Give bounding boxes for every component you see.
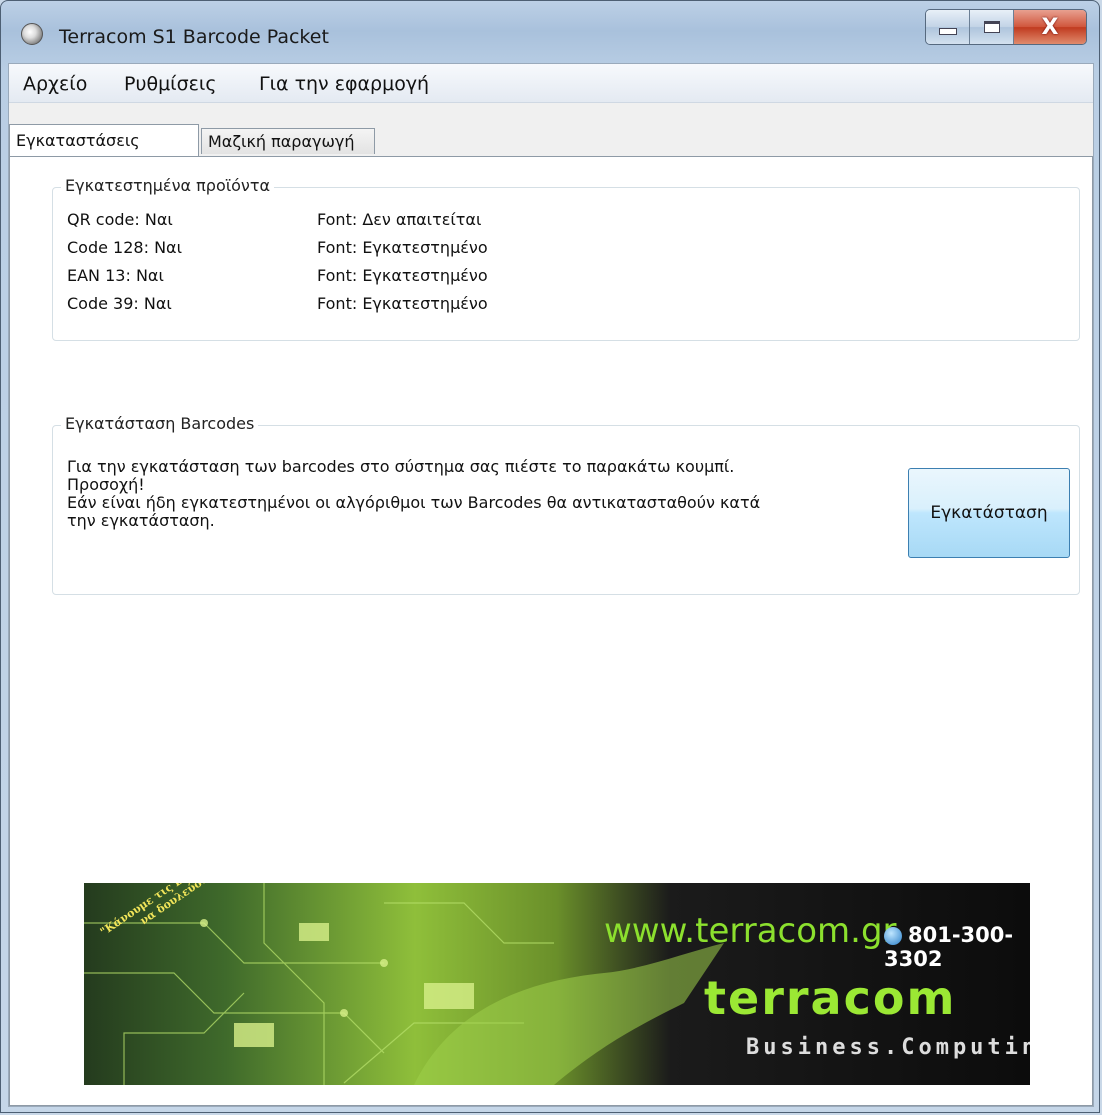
install-barcodes-title: Εγκατάσταση Barcodes (61, 414, 259, 433)
maximize-icon (983, 21, 1000, 33)
font-code128: Font: Εγκατεστημένο (317, 238, 488, 257)
client-area: Αρχείο Ρυθμίσεις Για την εφαρμογή Εγκατα… (8, 63, 1094, 1107)
product-code39: Code 39: Ναι (67, 294, 172, 313)
title-bar[interactable]: Terracom S1 Barcode Packet X (1, 1, 1099, 63)
font-ean13: Font: Εγκατεστημένο (317, 266, 488, 285)
minimize-button[interactable] (926, 10, 970, 44)
installed-products-group: Εγκατεστημένα προϊόντα QR code: Ναι Font… (52, 176, 1080, 341)
banner-url[interactable]: www.terracom.gr (604, 911, 897, 951)
install-instruction-line: Για την εγκατάσταση των barcodes στο σύσ… (67, 457, 735, 476)
font-code39: Font: Εγκατεστημένο (317, 294, 488, 313)
window-controls: X (925, 9, 1087, 45)
banner-phone-number: 801-300-3302 (884, 923, 1014, 971)
install-instructions: Για την εγκατάσταση των barcodes στο σύσ… (67, 458, 867, 530)
menu-settings[interactable]: Ρυθμίσεις (124, 73, 217, 95)
installed-products-title: Εγκατεστημένα προϊόντα (61, 176, 275, 195)
menu-about[interactable]: Για την εφαρμογή (259, 73, 429, 95)
minimize-icon (938, 27, 957, 35)
menu-file[interactable]: Αρχείο (23, 73, 87, 95)
terracom-banner[interactable]: "Κάνουμε τις Επιχειρήσεις να δουλεύουν" … (84, 883, 1030, 1085)
menu-bar: Αρχείο Ρυθμίσεις Για την εφαρμογή (9, 64, 1093, 103)
globe-icon (884, 927, 902, 945)
terracom-logo: terracom (704, 971, 957, 1025)
font-qr: Font: Δεν απαιτείται (317, 210, 482, 229)
maximize-button[interactable] (970, 10, 1014, 44)
install-barcodes-group: Εγκατάσταση Barcodes Για την εγκατάσταση… (52, 414, 1080, 595)
install-button[interactable]: Εγκατάσταση (908, 468, 1070, 558)
product-code128: Code 128: Ναι (67, 238, 182, 257)
tab-panel-installations: Εγκατεστημένα προϊόντα QR code: Ναι Font… (9, 156, 1093, 1106)
banner-tagline: Business.Computing (746, 1035, 1030, 1060)
tab-bulk-production[interactable]: Μαζική παραγωγή (201, 128, 375, 154)
install-warning-label: Προσοχή! (67, 475, 145, 494)
product-qr: QR code: Ναι (67, 210, 173, 229)
product-ean13: EAN 13: Ναι (67, 266, 164, 285)
banner-phone: 801-300-3302 (884, 923, 1030, 971)
app-window: Terracom S1 Barcode Packet X Αρχείο Ρυθμ… (0, 0, 1100, 1113)
close-button[interactable]: X (1014, 10, 1086, 44)
app-icon[interactable] (21, 23, 43, 45)
install-instruction-line: Εάν είναι ήδη εγκατεστημένοι οι αλγόριθμ… (67, 493, 761, 512)
install-instruction-line: την εγκατάσταση. (67, 511, 215, 530)
tab-installations[interactable]: Εγκαταστάσεις (9, 124, 199, 156)
close-icon: X (1041, 14, 1059, 40)
window-title: Terracom S1 Barcode Packet (59, 26, 329, 48)
